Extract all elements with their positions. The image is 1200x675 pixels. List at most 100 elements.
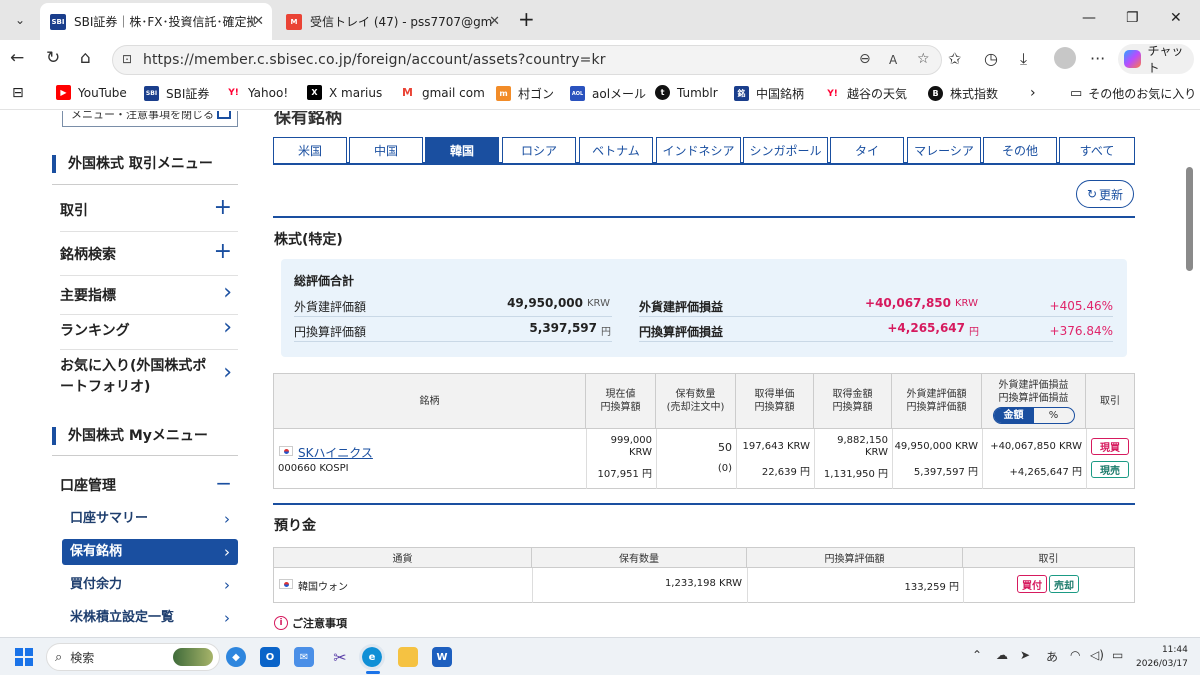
- bookmark-index[interactable]: B 株式指数: [928, 85, 998, 102]
- bookmark-yahoo[interactable]: Y! Yahoo!: [226, 85, 288, 100]
- ime-indicator[interactable]: あ: [1046, 648, 1058, 665]
- tab-sbi[interactable]: SBI SBI証券｜株･FX･投資信託･確定拠 ✕: [40, 3, 272, 40]
- bookmark-weather[interactable]: Y! 越谷の天気: [825, 85, 907, 102]
- mail-icon[interactable]: ✉: [294, 647, 314, 667]
- summary-pl-label: 円換算評価損益: [639, 325, 724, 339]
- battery-icon[interactable]: ▭: [1112, 648, 1123, 662]
- windows-start-icon[interactable]: [14, 647, 34, 667]
- profile-avatar[interactable]: [1054, 47, 1076, 69]
- tab-all[interactable]: すべて: [1059, 137, 1135, 163]
- tab-actions-button[interactable]: ⌄: [6, 6, 34, 34]
- menu-close-button[interactable]: メニュー・注意事項を閉じる: [62, 111, 238, 127]
- close-tab-icon[interactable]: ✕: [253, 14, 264, 29]
- location-icon[interactable]: ➤: [1020, 648, 1030, 662]
- youtube-icon: ▶: [56, 85, 71, 100]
- stock-name-link[interactable]: SKハイニクス: [298, 444, 373, 461]
- deposit-buy-button[interactable]: 買付: [1017, 575, 1047, 593]
- refresh-button[interactable]: ↻ 更新: [1076, 180, 1134, 208]
- new-tab-button[interactable]: +: [518, 7, 535, 31]
- more-icon[interactable]: ···: [1090, 49, 1105, 68]
- chevron-right-icon: ›: [223, 360, 232, 385]
- sub-account-summary[interactable]: 口座サマリー ›: [62, 506, 238, 532]
- menu-favorites[interactable]: お気に入り(外国株式ポートフォリオ) ›: [60, 356, 238, 402]
- summary-pl-value: +4,265,647: [887, 321, 965, 335]
- tray-overflow-icon[interactable]: ⌃: [972, 648, 982, 662]
- widgets-icon[interactable]: ◆: [226, 647, 246, 667]
- home-icon[interactable]: ⌂: [80, 48, 91, 68]
- download-icon[interactable]: ⤓: [1020, 49, 1027, 69]
- minimize-icon[interactable]: —: [1082, 10, 1096, 26]
- tab-korea[interactable]: 韓国: [425, 137, 499, 163]
- sub-us-savings[interactable]: 米株積立設定一覧 ›: [62, 605, 238, 631]
- sub-holdings[interactable]: 保有銘柄 ›: [62, 539, 238, 565]
- history-icon[interactable]: ◷: [984, 49, 998, 68]
- notice-link[interactable]: i ご注意事項: [274, 615, 347, 631]
- back-icon[interactable]: ←: [10, 48, 24, 68]
- amount-percent-toggle[interactable]: 金額 %: [992, 406, 1075, 424]
- wifi-icon[interactable]: ◠: [1070, 648, 1080, 662]
- reload-icon[interactable]: ↻: [46, 48, 60, 68]
- tab-us[interactable]: 米国: [273, 137, 347, 163]
- china-stock-icon: 銘: [734, 86, 749, 101]
- bookmark-gmail[interactable]: Mgmail com: [400, 85, 485, 100]
- tab-list-icon[interactable]: ⊟: [12, 85, 24, 101]
- menu-trade[interactable]: 取引 +: [60, 195, 238, 232]
- file-explorer-icon[interactable]: [398, 647, 418, 667]
- bookmarks-bar: ⊟ ▶ YouTube SBI SBI証券 Y! Yahoo! X X marius M…: [0, 78, 1200, 110]
- tab-indonesia[interactable]: インドネシア: [656, 137, 741, 163]
- bookmark-tumblr[interactable]: t Tumblr: [655, 85, 718, 100]
- taskbar-search[interactable]: ⌕ 検索: [46, 643, 220, 671]
- summary-unit: KRW: [587, 298, 610, 309]
- bookmark-aol[interactable]: AOL aolメール: [570, 85, 646, 102]
- close-window-icon[interactable]: ✕: [1170, 10, 1182, 26]
- page-content: メニュー・注意事項を閉じる 外国株式 取引メニュー 取引 + 銘柄検索 + 主要…: [0, 111, 1200, 637]
- toggle-amount[interactable]: 金額: [993, 407, 1034, 423]
- tab-gmail[interactable]: M 受信トレイ (47) - pss7707@gmail.co ✕: [276, 3, 508, 40]
- maximize-icon[interactable]: ❐: [1126, 10, 1139, 26]
- onedrive-icon[interactable]: ☁: [996, 648, 1008, 662]
- tab-vietnam[interactable]: ベトナム: [579, 137, 653, 163]
- bookmark-x[interactable]: X X marius: [307, 85, 382, 100]
- zoom-icon[interactable]: ⊖: [859, 51, 871, 67]
- word-icon[interactable]: W: [432, 647, 452, 667]
- menu-account[interactable]: 口座管理 −: [60, 471, 238, 501]
- copilot-chat-button[interactable]: チャット: [1118, 44, 1194, 75]
- tab-malaysia[interactable]: マレーシア: [907, 137, 981, 163]
- taskbar: ⌕ 検索 ◆ O ✉ ✂ e W ⌃ ☁ ➤ あ ◠ ◁) ▭ 11:44 20…: [0, 637, 1200, 675]
- col-header: 取得単価 円換算額: [736, 374, 814, 429]
- other-favorites[interactable]: ▭ その他のお気に入り: [1070, 85, 1196, 102]
- favorite-star-icon[interactable]: ☆: [917, 51, 930, 67]
- menu-ranking[interactable]: ランキング ›: [60, 315, 238, 350]
- outlook-icon[interactable]: O: [260, 647, 280, 667]
- scrollbar[interactable]: [1186, 167, 1193, 271]
- volume-icon[interactable]: ◁): [1090, 648, 1104, 662]
- sub-label: 保有銘柄: [70, 544, 123, 559]
- tab-singapore[interactable]: シンガポール: [743, 137, 828, 163]
- bookmark-sbi[interactable]: SBI SBI証券: [144, 85, 209, 102]
- menu-label: お気に入り(外国株式ポートフォリオ): [60, 358, 207, 395]
- sub-buying-power[interactable]: 買付余力 ›: [62, 572, 238, 598]
- tab-russia[interactable]: ロシア: [502, 137, 576, 163]
- bookmark-muragon[interactable]: m 村ゴン: [496, 85, 554, 102]
- folder-icon: ▭: [1070, 86, 1083, 101]
- favorites-icon[interactable]: ✩: [948, 49, 961, 68]
- toggle-percent[interactable]: %: [1034, 408, 1074, 423]
- chevron-right-icon[interactable]: ›: [1030, 85, 1036, 101]
- sell-button[interactable]: 現売: [1091, 461, 1129, 478]
- bookmark-youtube[interactable]: ▶ YouTube: [56, 85, 127, 100]
- menu-stock-search[interactable]: 銘柄検索 +: [60, 239, 238, 276]
- read-aloud-icon[interactable]: A: [889, 53, 897, 67]
- buy-button[interactable]: 現買: [1091, 438, 1129, 455]
- deposit-sell-button[interactable]: 売却: [1049, 575, 1079, 593]
- clock[interactable]: 11:44 2026/03/17: [1136, 643, 1188, 671]
- edge-icon[interactable]: e: [359, 644, 385, 670]
- tab-other[interactable]: その他: [983, 137, 1057, 163]
- tab-china[interactable]: 中国: [349, 137, 423, 163]
- snipping-tool-icon[interactable]: ✂: [330, 647, 350, 667]
- tab-thailand[interactable]: タイ: [830, 137, 904, 163]
- menu-indicators[interactable]: 主要指標 ›: [60, 280, 238, 315]
- bookmark-china-stock[interactable]: 銘中国銘柄: [734, 85, 804, 102]
- url-bar[interactable]: ⊡ https://member.c.sbisec.co.jp/foreign/…: [112, 45, 942, 75]
- page-title: 保有銘柄: [274, 111, 342, 128]
- close-tab-icon[interactable]: ✕: [489, 14, 500, 29]
